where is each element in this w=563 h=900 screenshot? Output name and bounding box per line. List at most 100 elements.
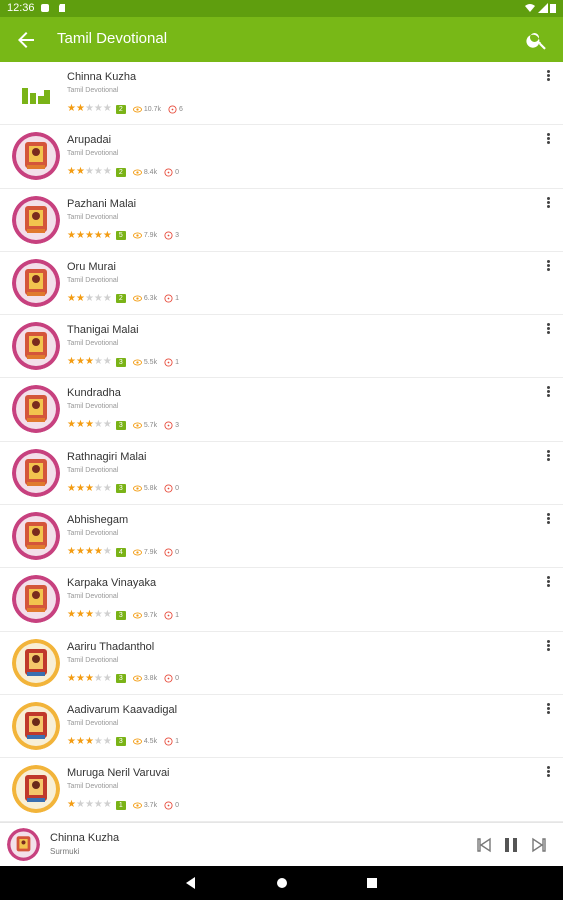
eye-icon xyxy=(132,169,142,176)
view-count: 10.7k xyxy=(143,105,161,113)
rating-badge: 2 xyxy=(115,167,126,177)
list-item[interactable]: Karpaka Vinayaka Tamil Devotional ★ ★ ★ ★ ★ … xyxy=(0,568,563,632)
eye-icon xyxy=(132,106,142,112)
star-icon: ★ xyxy=(93,735,103,747)
more-vert-icon[interactable] xyxy=(545,196,551,211)
star-icon: ★ xyxy=(75,166,85,178)
eye-icon xyxy=(132,675,142,682)
more-vert-icon[interactable] xyxy=(545,766,551,780)
comment-count: 0 xyxy=(175,168,179,176)
rating-stars: ★ ★ ★ ★ ★ xyxy=(67,357,112,367)
more-vert-icon[interactable] xyxy=(545,576,551,590)
skip-next-icon[interactable] xyxy=(530,836,548,854)
song-meta: ★ ★ ★ ★ ★ 4 7.9k 0 xyxy=(67,546,179,558)
rating-badge: 5 xyxy=(115,231,126,241)
list-item[interactable]: Oru Murai Tamil Devotional ★ ★ ★ ★ ★ 2 6.3k … xyxy=(0,252,563,316)
star-icon: ★ xyxy=(84,609,94,621)
song-meta: ★ ★ ★ ★ ★ 2 6.3k 1 xyxy=(67,293,179,305)
song-meta: ★ ★ ★ ★ ★ 5 7.9k 3 xyxy=(67,230,179,242)
star-icon: ★ xyxy=(67,672,76,684)
comment-count: 6 xyxy=(178,105,183,113)
eye-icon xyxy=(132,612,142,619)
more-vert-icon[interactable] xyxy=(545,639,551,654)
comment-icon xyxy=(164,611,173,620)
comment-icon xyxy=(164,421,173,430)
star-icon: ★ xyxy=(84,419,94,431)
view-count: 3.7k xyxy=(143,801,158,809)
album-artwork xyxy=(12,575,60,624)
mini-player[interactable]: Chinna Kuzha Surmuki xyxy=(0,822,563,866)
song-list: Chinna Kuzha Tamil Devotional ★ ★ ★ ★ ★ 2 10… xyxy=(0,62,563,822)
more-vert-icon[interactable] xyxy=(545,70,551,84)
rating-badge: 2 xyxy=(115,104,126,114)
song-meta: ★ ★ ★ ★ ★ 3 5.7k 3 xyxy=(67,419,179,431)
list-item[interactable]: Aariru Thadanthol Tamil Devotional ★ ★ ★ ★ ★… xyxy=(0,632,563,695)
view-count: 5.8k xyxy=(143,485,158,493)
list-item[interactable]: Arupadai Tamil Devotional ★ ★ ★ ★ ★ 2 8.4k 0 xyxy=(0,125,563,189)
eye-icon xyxy=(132,422,142,429)
nav-back-icon[interactable] xyxy=(183,875,199,891)
list-item[interactable]: Aadivarum Kaavadigal Tamil Devotional ★ ★… xyxy=(0,695,563,759)
star-icon: ★ xyxy=(75,799,85,811)
star-icon: ★ xyxy=(67,229,76,241)
system-nav-bar xyxy=(0,866,563,900)
view-count: 6.3k xyxy=(143,295,158,303)
star-icon: ★ xyxy=(84,482,94,494)
album-artwork xyxy=(12,385,60,434)
song-meta: ★ ★ ★ ★ ★ 2 10.7k 6 xyxy=(67,103,183,115)
comment-count: 1 xyxy=(175,611,179,619)
more-vert-icon[interactable] xyxy=(545,702,551,717)
equalizer-icon xyxy=(22,88,50,104)
comment-icon xyxy=(164,358,173,367)
view-count: 7.9k xyxy=(143,548,158,556)
list-item[interactable]: Abhishegam Tamil Devotional ★ ★ ★ ★ ★ 4 7.9k… xyxy=(0,505,563,569)
song-meta: ★ ★ ★ ★ ★ 3 5.8k 0 xyxy=(67,483,179,495)
view-count: 9.7k xyxy=(143,611,158,619)
list-item[interactable]: Thanigai Malai Tamil Devotional ★ ★ ★ ★ ★ 3 … xyxy=(0,315,563,379)
more-vert-icon[interactable] xyxy=(545,449,551,464)
list-item[interactable]: Muruga Neril Varuvai Tamil Devotional ★ ★… xyxy=(0,758,563,822)
list-item[interactable]: Kundradha Tamil Devotional ★ ★ ★ ★ ★ 3 5.7k … xyxy=(0,378,563,442)
star-icon: ★ xyxy=(102,482,112,494)
star-icon: ★ xyxy=(67,482,76,494)
song-meta: ★ ★ ★ ★ ★ 2 8.4k 0 xyxy=(67,166,179,178)
nav-recents-icon[interactable] xyxy=(364,875,380,891)
rating-stars: ★ ★ ★ ★ ★ xyxy=(67,610,112,620)
star-icon: ★ xyxy=(67,292,76,304)
song-title: Arupadai xyxy=(67,134,112,147)
list-item[interactable]: Pazhani Malai Tamil Devotional ★ ★ ★ ★ ★ 5 7… xyxy=(0,189,563,252)
comment-icon xyxy=(164,168,173,177)
eye-icon xyxy=(132,802,142,809)
rating-stars: ★ ★ ★ ★ ★ xyxy=(67,229,112,241)
arrow-left-icon[interactable] xyxy=(14,28,38,52)
song-category: Tamil Devotional xyxy=(67,783,119,791)
star-icon: ★ xyxy=(75,356,85,368)
star-icon: ★ xyxy=(84,166,94,178)
view-count: 7.9k xyxy=(143,232,158,240)
song-title: Karpaka Vinayaka xyxy=(67,577,157,590)
skip-previous-icon[interactable] xyxy=(475,836,493,854)
comment-count: 0 xyxy=(175,485,179,493)
rating-badge: 3 xyxy=(115,484,126,494)
comment-icon xyxy=(164,737,173,747)
song-title: Rathnagiri Malai xyxy=(67,450,147,463)
star-icon: ★ xyxy=(75,546,85,558)
song-title: Pazhani Malai xyxy=(67,197,137,210)
rating-stars: ★ ★ ★ ★ ★ xyxy=(67,420,112,430)
list-item[interactable]: Chinna Kuzha Tamil Devotional ★ ★ ★ ★ ★ 2 10… xyxy=(0,62,563,126)
album-artwork xyxy=(12,195,60,244)
more-vert-icon[interactable] xyxy=(545,259,551,274)
song-title: Muruga Neril Varuvai xyxy=(67,767,170,780)
list-item[interactable]: Rathnagiri Malai Tamil Devotional ★ ★ ★ ★ ★ … xyxy=(0,442,563,506)
star-icon: ★ xyxy=(84,546,94,558)
more-vert-icon[interactable] xyxy=(545,133,551,147)
pause-icon[interactable] xyxy=(502,836,520,854)
star-icon: ★ xyxy=(75,735,85,747)
rating-stars: ★ ★ ★ ★ ★ xyxy=(67,104,112,114)
more-vert-icon[interactable] xyxy=(545,513,551,527)
more-vert-icon[interactable] xyxy=(545,386,551,400)
more-vert-icon[interactable] xyxy=(545,323,551,337)
nav-home-icon[interactable] xyxy=(274,875,290,891)
search-icon[interactable] xyxy=(525,28,549,52)
eye-icon xyxy=(132,232,142,239)
